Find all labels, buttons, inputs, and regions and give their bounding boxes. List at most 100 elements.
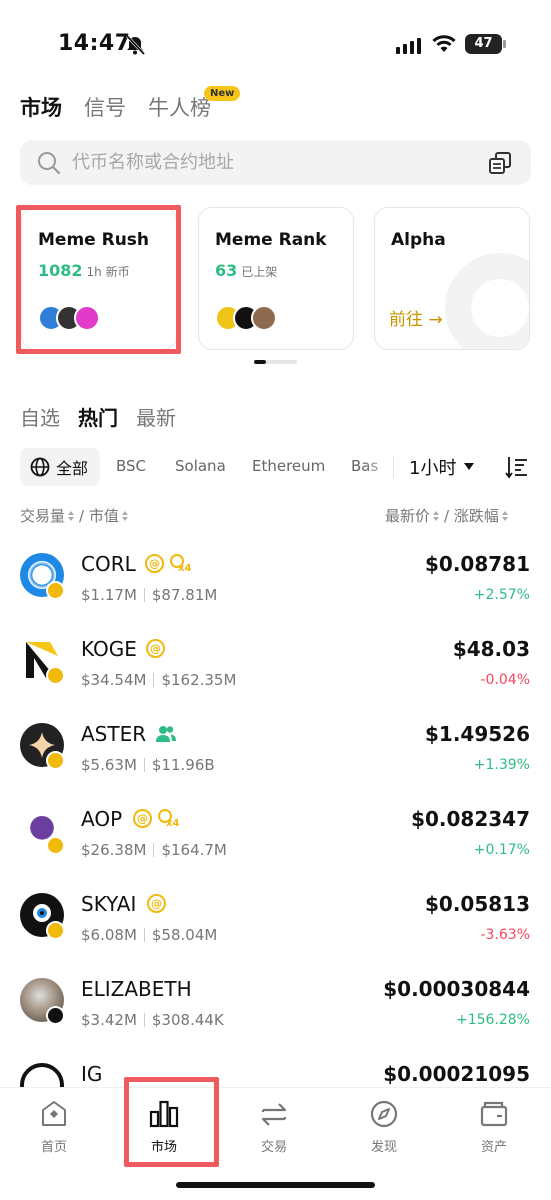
- token-volume-mcap: $26.38M $164.7M: [81, 841, 227, 859]
- wifi-icon: [432, 35, 456, 52]
- top-tabs: 市场 信号 牛人榜: [20, 92, 211, 122]
- timeframe-select[interactable]: 1小时: [409, 454, 475, 480]
- tab-signals[interactable]: 信号: [84, 92, 126, 122]
- token-symbol: AOP: [81, 807, 123, 831]
- tab-leaderboard[interactable]: 牛人榜: [148, 92, 211, 122]
- token-symbol: ELIZABETH: [81, 977, 192, 1001]
- nav-label: 首页: [40, 1140, 67, 1155]
- carousel-indicator: [254, 360, 297, 364]
- token-symbol: ASTER: [81, 722, 147, 746]
- bsc-chain-icon: [46, 921, 65, 940]
- tab-watchlist[interactable]: 自选: [20, 402, 60, 431]
- sort-icon[interactable]: [505, 455, 529, 479]
- search-bar[interactable]: [20, 140, 531, 185]
- token-change: +156.28%: [455, 1012, 530, 1028]
- highlight-box: [124, 1077, 219, 1167]
- token-row[interactable]: IG $0.00021095: [0, 1055, 551, 1087]
- token-row[interactable]: AOP @ x4 $26.38M $164.7M $0.082347 +0.17%: [0, 800, 551, 885]
- battery-icon: 47: [465, 34, 502, 54]
- token-change: -3.63%: [480, 927, 530, 943]
- copy-paste-icon[interactable]: [488, 151, 512, 175]
- wallet-icon: [480, 1101, 508, 1127]
- header-change[interactable]: / 涨跌幅: [444, 505, 499, 526]
- token-row[interactable]: KOGE @ $34.54M $162.35M $48.03 -0.04%: [0, 630, 551, 715]
- token-change: +1.39%: [473, 757, 530, 773]
- token-price: $0.082347: [411, 807, 530, 831]
- community-icon: [156, 726, 176, 742]
- new-badge: New: [204, 86, 241, 101]
- tab-newest[interactable]: 最新: [136, 402, 176, 431]
- bell-muted-icon: [125, 34, 146, 56]
- card-meme-rank[interactable]: Meme Rank 63 已上架: [198, 207, 354, 350]
- token-symbol: KOGE: [81, 637, 137, 661]
- home-icon: [42, 1101, 66, 1126]
- token-symbol: IG: [81, 1062, 103, 1086]
- token-price: $0.00021095: [383, 1062, 530, 1086]
- trade-swap-icon: [261, 1103, 287, 1126]
- token-row[interactable]: ELIZABETH $3.42M $308.44K $0.00030844 +15…: [0, 970, 551, 1055]
- token-change: +0.17%: [473, 842, 530, 858]
- token-volume-mcap: $6.08M $58.04M: [81, 926, 218, 944]
- token-symbol: SKYAI: [81, 892, 137, 916]
- token-price: $48.03: [452, 637, 530, 661]
- card-title: Meme Rank: [215, 230, 327, 250]
- card-alpha[interactable]: Alpha 前往 →: [374, 207, 530, 350]
- nav-discover[interactable]: 发现: [334, 1098, 434, 1155]
- sort-arrows-icon: [121, 510, 128, 521]
- token-volume-mcap: $1.17M $87.81M: [81, 586, 218, 604]
- at-tag-icon: @: [133, 809, 152, 828]
- highlight-box: [16, 205, 181, 354]
- tab-market[interactable]: 市场: [20, 92, 62, 122]
- sort-arrows-icon: [68, 510, 75, 521]
- header-mcap[interactable]: / 市值: [79, 505, 119, 526]
- card-unit: 已上架: [241, 265, 278, 279]
- nav-assets[interactable]: 资产: [444, 1098, 544, 1155]
- globe-icon: [30, 457, 50, 477]
- caret-down-icon: [464, 463, 475, 470]
- search-input[interactable]: [72, 140, 472, 185]
- status-bar: 14:47 47: [0, 0, 551, 90]
- chain-filter-bar: 全部 BSC Solana Ethereum Bas 1小时: [20, 448, 531, 486]
- card-title: Alpha: [391, 230, 446, 250]
- timeframe-value: 1小时: [409, 458, 457, 479]
- column-header-left[interactable]: 交易量 / 市值: [20, 505, 130, 526]
- sort-arrows-icon: [501, 510, 508, 521]
- nav-trade[interactable]: 交易: [224, 1098, 324, 1155]
- header-price[interactable]: 最新价: [385, 505, 430, 526]
- nav-home[interactable]: 首页: [4, 1098, 104, 1155]
- card-link[interactable]: 前往 →: [389, 305, 443, 330]
- bsc-chain-icon: [46, 836, 65, 855]
- token-row[interactable]: SKYAI @ $6.08M $58.04M $0.05813 -3.63%: [0, 885, 551, 970]
- battery-cap: [503, 40, 506, 48]
- header-volume[interactable]: 交易量: [20, 505, 65, 526]
- column-header-right[interactable]: 最新价 / 涨跌幅: [385, 505, 510, 526]
- token-logo-icon: [20, 1063, 64, 1087]
- status-time: 14:47: [58, 31, 131, 56]
- tab-hot[interactable]: 热门: [78, 402, 118, 431]
- alpha-watermark-icon: [445, 253, 529, 349]
- chain-filter-bsc[interactable]: BSC: [116, 457, 146, 475]
- token-price: $0.08781: [424, 552, 530, 576]
- sort-arrows-icon: [433, 510, 440, 521]
- token-tags: @ x4: [145, 554, 192, 576]
- token-tags: @ x4: [133, 809, 180, 831]
- list-tabs: 自选 热门 最新: [20, 402, 176, 431]
- chain-filter-ethereum[interactable]: Ethereum: [252, 457, 325, 475]
- cellular-signal-icon: [396, 38, 421, 54]
- chain-filter-all[interactable]: 全部: [20, 448, 101, 486]
- bsc-chain-icon: [46, 751, 65, 770]
- at-tag-icon: @: [147, 894, 166, 913]
- home-indicator: [176, 1182, 375, 1188]
- token-row[interactable]: ASTER $5.63M $11.96B $1.49526 +1.39%: [0, 715, 551, 800]
- compass-icon: [370, 1100, 398, 1128]
- at-tag-icon: @: [145, 554, 164, 573]
- bsc-chain-icon: [46, 666, 65, 685]
- chain-filter-solana[interactable]: Solana: [175, 457, 226, 475]
- token-row[interactable]: CORL @ x4 $1.17M $87.81M $0.08781 +2.57%: [0, 545, 551, 630]
- token-volume-mcap: $34.54M $162.35M: [81, 671, 237, 689]
- scroll-fade: [365, 448, 395, 486]
- token-price: $1.49526: [424, 722, 530, 746]
- token-change: +2.57%: [473, 587, 530, 603]
- solana-chain-icon: [46, 1006, 65, 1025]
- token-avatars: [215, 305, 277, 331]
